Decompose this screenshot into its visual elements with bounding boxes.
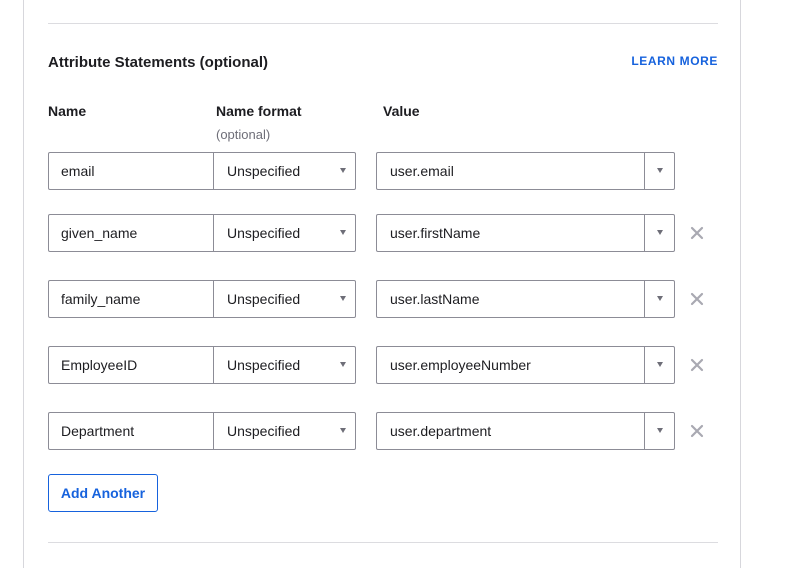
section-divider-top bbox=[48, 23, 718, 24]
attribute-value-text: user.lastName bbox=[390, 291, 480, 307]
value-dropdown-toggle[interactable] bbox=[644, 413, 674, 449]
close-icon[interactable] bbox=[688, 422, 706, 440]
column-header-name: Name bbox=[48, 103, 87, 119]
attribute-name-input[interactable] bbox=[48, 152, 214, 190]
attribute-value-text: user.firstName bbox=[390, 225, 481, 241]
chevron-down-icon bbox=[657, 230, 663, 235]
attribute-value-text: user.department bbox=[390, 423, 492, 439]
attribute-row: Unspecified user.email bbox=[0, 152, 811, 190]
chevron-down-icon bbox=[657, 362, 663, 367]
attribute-value-combobox[interactable]: user.firstName bbox=[376, 214, 675, 252]
name-format-select[interactable]: Unspecified bbox=[213, 412, 356, 450]
attribute-value-combobox[interactable]: user.email bbox=[376, 152, 675, 190]
value-dropdown-toggle[interactable] bbox=[644, 281, 674, 317]
close-icon[interactable] bbox=[688, 290, 706, 308]
section-title: Attribute Statements (optional) bbox=[48, 54, 268, 71]
attribute-name-input[interactable] bbox=[48, 280, 214, 318]
learn-more-link[interactable]: LEARN MORE bbox=[631, 54, 718, 68]
column-header-name-format: Name format bbox=[216, 103, 302, 119]
chevron-down-icon bbox=[340, 296, 346, 301]
name-format-select[interactable]: Unspecified bbox=[213, 152, 356, 190]
name-format-value: Unspecified bbox=[227, 225, 301, 241]
chevron-down-icon bbox=[340, 168, 346, 173]
attribute-row: Unspecified user.employeeNumber bbox=[0, 346, 811, 384]
chevron-down-icon bbox=[340, 230, 346, 235]
attribute-name-input[interactable] bbox=[48, 346, 214, 384]
section-divider-bottom bbox=[48, 542, 718, 543]
add-another-button[interactable]: Add Another bbox=[48, 474, 158, 512]
column-header-value: Value bbox=[383, 103, 420, 119]
value-dropdown-toggle[interactable] bbox=[644, 153, 674, 189]
attribute-row: Unspecified user.lastName bbox=[0, 280, 811, 318]
value-dropdown-toggle[interactable] bbox=[644, 215, 674, 251]
attribute-name-input[interactable] bbox=[48, 214, 214, 252]
name-format-select[interactable]: Unspecified bbox=[213, 346, 356, 384]
name-format-value: Unspecified bbox=[227, 423, 301, 439]
attribute-name-input[interactable] bbox=[48, 412, 214, 450]
attribute-value-text: user.employeeNumber bbox=[390, 357, 531, 373]
chevron-down-icon bbox=[340, 428, 346, 433]
chevron-down-icon bbox=[340, 362, 346, 367]
column-header-name-format-optional: (optional) bbox=[216, 127, 271, 142]
name-format-value: Unspecified bbox=[227, 163, 301, 179]
name-format-select[interactable]: Unspecified bbox=[213, 214, 356, 252]
chevron-down-icon bbox=[657, 428, 663, 433]
name-format-value: Unspecified bbox=[227, 357, 301, 373]
close-icon[interactable] bbox=[688, 224, 706, 242]
chevron-down-icon bbox=[657, 296, 663, 301]
value-dropdown-toggle[interactable] bbox=[644, 347, 674, 383]
name-format-value: Unspecified bbox=[227, 291, 301, 307]
attribute-value-text: user.email bbox=[390, 163, 454, 179]
attribute-value-combobox[interactable]: user.lastName bbox=[376, 280, 675, 318]
attribute-value-combobox[interactable]: user.department bbox=[376, 412, 675, 450]
chevron-down-icon bbox=[657, 168, 663, 173]
attribute-value-combobox[interactable]: user.employeeNumber bbox=[376, 346, 675, 384]
attribute-row: Unspecified user.department bbox=[0, 412, 811, 450]
name-format-select[interactable]: Unspecified bbox=[213, 280, 356, 318]
close-icon[interactable] bbox=[688, 356, 706, 374]
attribute-row: Unspecified user.firstName bbox=[0, 214, 811, 252]
